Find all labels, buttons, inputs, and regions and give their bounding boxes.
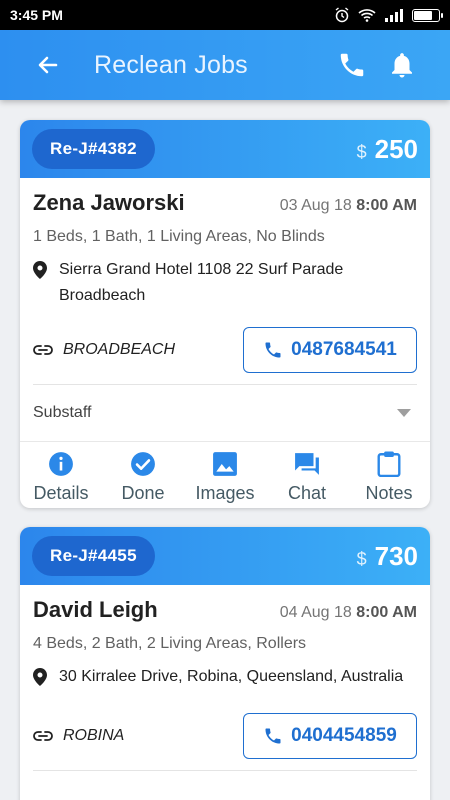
client-name: David Leigh [33, 597, 158, 622]
images-label: Images [195, 483, 255, 503]
job-actions: Details Done Images Chat Notes [20, 441, 430, 508]
app-bar: Reclean Jobs [0, 30, 450, 100]
link-icon [33, 731, 53, 741]
location-pin-icon [33, 668, 47, 686]
chat-button[interactable]: Chat [266, 442, 348, 508]
job-description: 4 Beds, 2 Bath, 2 Living Areas, Rollers [33, 635, 307, 652]
job-id-badge: Re-J#4382 [32, 129, 155, 169]
battery-icon [412, 8, 443, 22]
notifications-button[interactable] [382, 45, 422, 85]
job-address: Sierra Grand Hotel 1108 22 Surf Parade B… [33, 257, 417, 309]
job-suburb: BROADBEACH [33, 341, 243, 359]
divider [33, 770, 417, 771]
job-price: $ 730 [357, 541, 418, 572]
wifi-icon [358, 9, 376, 22]
address-text: 30 Kirralee Drive, Robina, Queensland, A… [59, 668, 404, 685]
call-client-button[interactable]: 0404454859 [243, 713, 417, 759]
job-address: 30 Kirralee Drive, Robina, Queensland, A… [33, 664, 417, 695]
call-client-button[interactable]: 0487684541 [243, 327, 417, 373]
call-button[interactable] [332, 45, 372, 85]
details-label: Details [33, 483, 89, 503]
currency-symbol: $ [356, 141, 367, 162]
chat-label: Chat [287, 483, 327, 503]
phone-number: 0487684541 [291, 339, 397, 360]
phone-number: 0404454859 [291, 725, 397, 746]
suburb-text: ROBINA [63, 727, 125, 744]
job-description: 1 Beds, 1 Bath, 1 Living Areas, No Blind… [33, 228, 325, 245]
suburb-text: BROADBEACH [63, 341, 176, 358]
location-pin-icon [33, 261, 47, 279]
phone-icon [265, 342, 281, 358]
job-datetime: 04 Aug 18 8:00 AM [280, 604, 417, 622]
info-icon [49, 452, 73, 476]
price-amount: 730 [374, 540, 418, 571]
alarm-icon [335, 7, 349, 23]
status-bar: 3:45 PM [0, 0, 450, 30]
status-time: 3:45 PM [10, 7, 63, 23]
link-icon [33, 345, 53, 355]
job-time: 8:00 AM [356, 197, 417, 214]
image-icon [213, 452, 237, 476]
address-text: Sierra Grand Hotel 1108 22 Surf Parade B… [59, 261, 344, 304]
job-date: 04 Aug 18 [279, 604, 352, 621]
substaff-label: Substaff [33, 404, 92, 421]
substaff-dropdown[interactable]: Substaff [33, 385, 417, 441]
bell-icon [392, 53, 412, 78]
job-datetime: 03 Aug 18 8:00 AM [280, 197, 417, 215]
done-button[interactable]: Done [102, 442, 184, 508]
done-label: Done [121, 483, 165, 503]
price-amount: 250 [374, 133, 418, 164]
dropdown-arrow-icon [397, 409, 411, 417]
currency-symbol: $ [356, 548, 367, 569]
page-title: Reclean Jobs [94, 50, 248, 79]
arrow-left-icon [38, 56, 58, 74]
check-circle-icon [131, 452, 155, 476]
details-button[interactable]: Details [20, 442, 102, 508]
phone-icon [340, 53, 364, 77]
images-button[interactable]: Images [184, 442, 266, 508]
clipboard-icon [377, 451, 401, 477]
notes-button[interactable]: Notes [348, 442, 430, 508]
notes-label: Notes [365, 483, 413, 503]
job-price: $ 250 [357, 134, 418, 165]
job-suburb: ROBINA [33, 727, 243, 745]
job-card[interactable]: Re-J#4455 $ 730 David Leigh 04 Aug 18 8:… [20, 527, 430, 800]
phone-icon [265, 728, 281, 744]
job-card-header: Re-J#4382 $ 250 [20, 120, 430, 178]
job-id-badge: Re-J#4455 [32, 536, 155, 576]
client-name: Zena Jaworski [33, 190, 185, 215]
back-button[interactable] [28, 45, 68, 85]
job-card-header: Re-J#4455 $ 730 [20, 527, 430, 585]
status-icons [334, 7, 443, 23]
job-card[interactable]: Re-J#4382 $ 250 Zena Jaworski 03 Aug 18 … [20, 120, 430, 508]
chat-icon [295, 453, 319, 475]
job-time: 8:00 AM [356, 604, 417, 621]
job-date: 03 Aug 18 [279, 197, 352, 214]
signal-icon [385, 9, 403, 22]
